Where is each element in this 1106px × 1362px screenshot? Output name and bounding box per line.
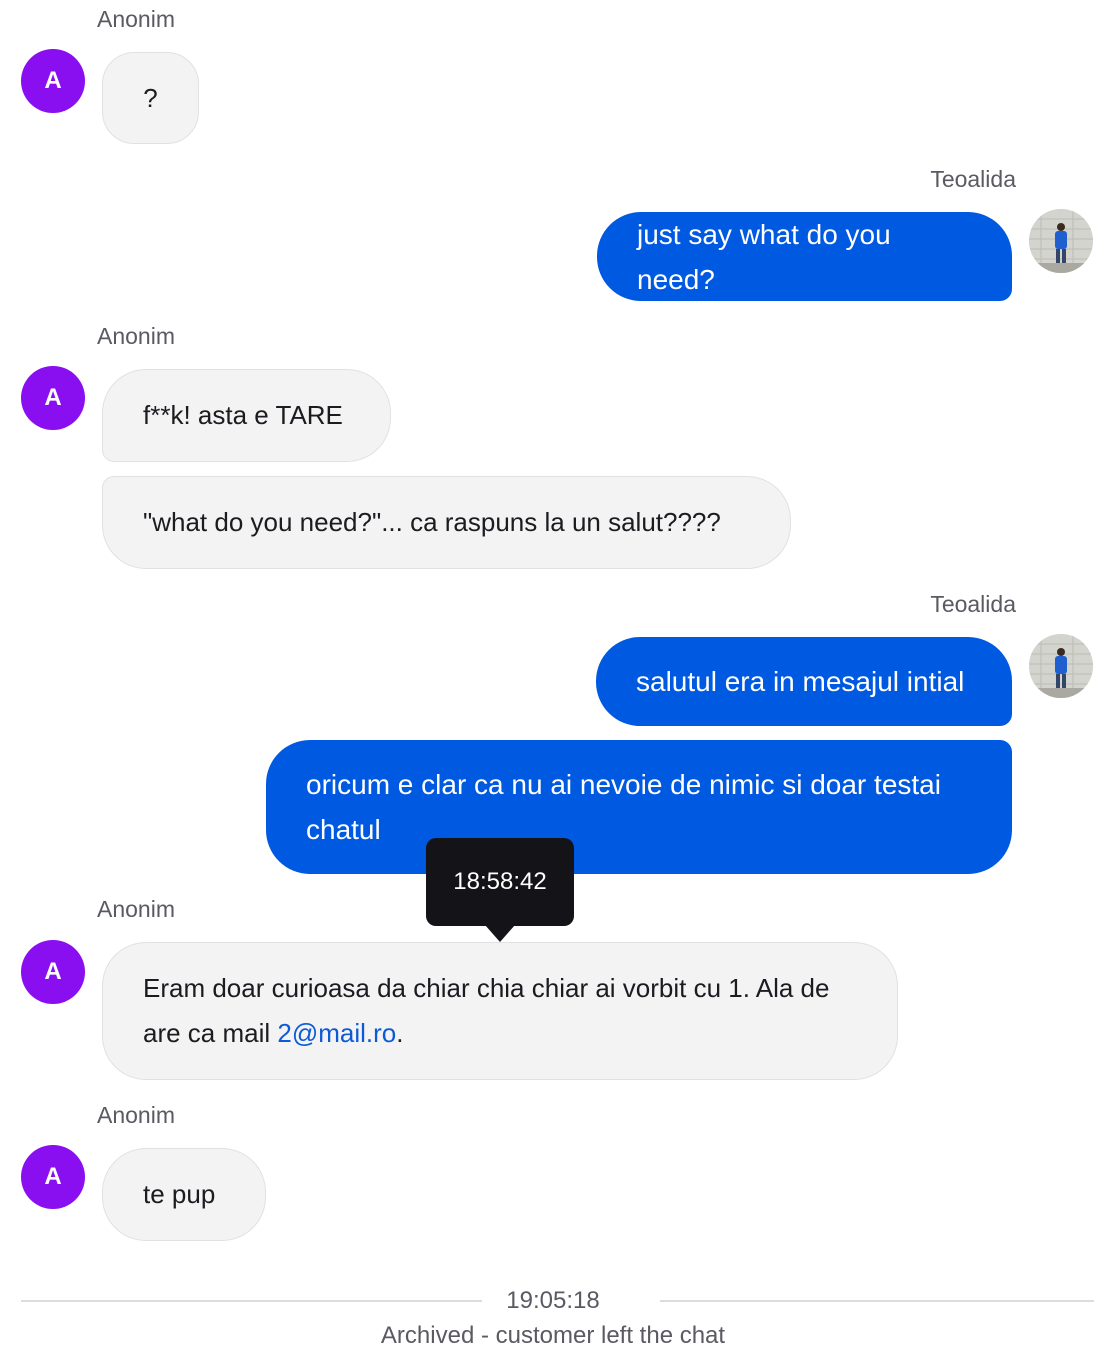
message-bubble-customer: f**k! asta e TARE — [102, 369, 391, 462]
sender-name: Anonim — [97, 1102, 175, 1128]
message-text-part: Eram doar curioasa da chiar chia chiar a… — [143, 973, 830, 1048]
timestamp-tooltip: 18:58:42 — [426, 838, 574, 926]
customer-avatar: A — [21, 940, 85, 1004]
message-bubble-agent: oricum e clar ca nu ai nevoie de nimic s… — [266, 740, 1012, 874]
message-text: just say what do you need? — [637, 218, 891, 295]
message-text: oricum e clar ca nu ai nevoie de nimic s… — [306, 769, 941, 845]
message-text: ? — [143, 82, 158, 113]
agent-photo-icon — [1029, 634, 1093, 698]
message-text: "what do you need?"... ca raspuns la un … — [143, 507, 721, 537]
agent-photo-icon — [1029, 209, 1093, 273]
message-text: Eram doar curioasa da chiar chia chiar a… — [143, 966, 857, 1056]
sender-name: Teoalida — [930, 591, 1016, 617]
message-bubble-customer: Eram doar curioasa da chiar chia chiar a… — [102, 942, 898, 1080]
message-text-part: . — [396, 1018, 404, 1048]
archive-time: 19:05:18 — [506, 1287, 600, 1314]
email-link[interactable]: 2@mail.ro — [277, 1018, 396, 1048]
message-text: salutul era in mesajul intial — [636, 666, 965, 697]
message-bubble-customer: "what do you need?"... ca raspuns la un … — [102, 476, 791, 569]
sender-name: Anonim — [97, 896, 175, 922]
message-bubble-customer: ? — [102, 52, 199, 144]
message-bubble-customer: te pup — [102, 1148, 266, 1241]
archive-status: Archived - customer left the chat — [380, 1322, 726, 1349]
customer-avatar: A — [21, 366, 85, 430]
agent-avatar — [1029, 209, 1093, 273]
sender-name: Anonim — [97, 6, 175, 32]
customer-avatar: A — [21, 1145, 85, 1209]
agent-avatar — [1029, 634, 1093, 698]
tooltip-arrow — [485, 925, 515, 942]
message-bubble-agent: just say what do you need? — [597, 212, 1012, 301]
sender-name: Teoalida — [930, 166, 1016, 192]
sender-name: Anonim — [97, 323, 175, 349]
message-text: f**k! asta e TARE — [143, 400, 343, 430]
customer-avatar: A — [21, 49, 85, 113]
message-text: te pup — [143, 1179, 216, 1209]
message-bubble-agent: salutul era in mesajul intial — [596, 637, 1012, 726]
